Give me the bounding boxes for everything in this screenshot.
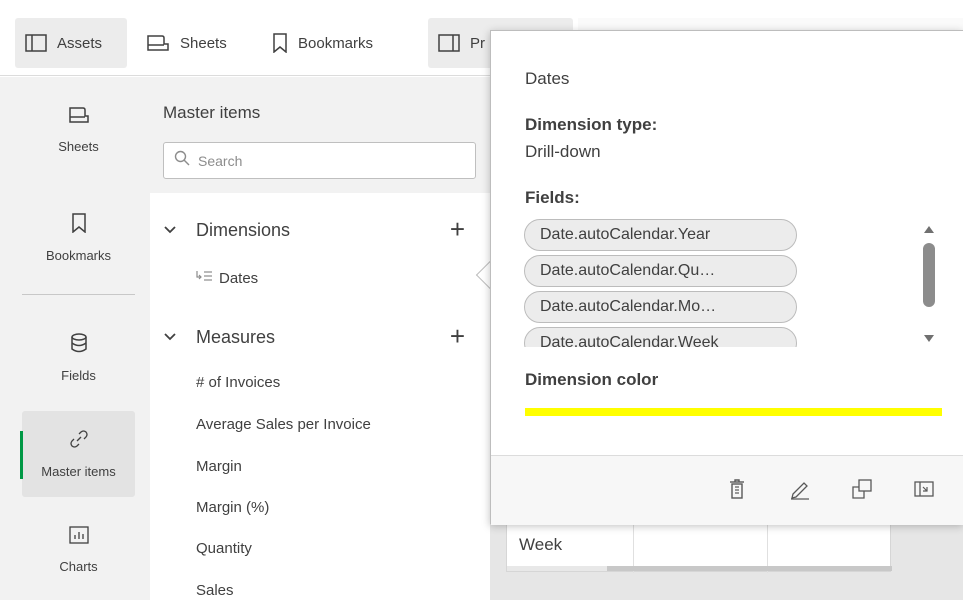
expand-button[interactable] [911,478,937,504]
tab-sheets-label: Sheets [180,34,227,52]
chevron-down-icon [163,329,179,347]
measure-item[interactable]: Margin (%) [196,499,269,516]
rail-item-label: Master items [41,464,116,479]
popover-footer [491,455,963,525]
panel-icon [25,34,47,52]
sheet-icon [146,34,170,52]
rail-item-fields[interactable]: Fields [22,315,135,401]
link-icon [69,429,89,452]
search-icon [174,150,190,171]
fields-list[interactable]: Date.autoCalendar.Year Date.autoCalendar… [524,219,804,347]
bookmark-icon [71,213,87,236]
scrollbar-thumb[interactable] [923,243,935,307]
tab-assets-label: Assets [57,34,103,52]
edit-icon [789,478,811,505]
chevron-down-icon [163,222,179,240]
database-icon [70,333,88,356]
dimension-type-label: Dimension type: [525,115,658,134]
bookmark-icon [272,33,288,53]
search-input[interactable] [198,152,458,169]
edit-button[interactable] [787,478,813,504]
active-marker [20,431,23,479]
dimensions-section-header[interactable]: Dimensions + [163,216,465,242]
measure-item[interactable]: Margin [196,458,242,475]
rail-item-charts[interactable]: Charts [22,507,135,593]
scroll-down-icon[interactable] [923,331,935,349]
week-column-header: Week [519,535,563,554]
field-pill: Date.autoCalendar.Mo… [524,291,797,323]
measure-item[interactable]: Average Sales per Invoice [196,416,371,433]
tab-bookmarks[interactable]: Bookmarks [262,18,383,68]
field-pill: Date.autoCalendar.Qu… [524,255,797,287]
chart-icon [68,526,89,547]
duplicate-button[interactable] [849,478,875,504]
add-measure-button[interactable]: + [450,323,465,349]
dimension-item-label: Dates [219,269,259,287]
master-items-panel: Master items Dimensions + Dates [150,77,490,600]
field-pill: Date.autoCalendar.Year [524,219,797,251]
tab-assets[interactable]: Assets [15,18,127,68]
rail-divider [22,294,135,295]
app-root: Assets Sheets Bookmarks Pr Sheets Bookma… [0,0,963,600]
sheet-icon [68,106,90,127]
delete-button[interactable] [724,478,750,504]
add-dimension-button[interactable]: + [450,216,465,242]
measures-label: Measures [196,327,276,347]
expand-icon [913,479,935,504]
popover-title: Dates [525,69,570,88]
dimension-color-swatch [525,408,942,416]
search-box[interactable] [163,142,476,179]
measures-section-header[interactable]: Measures + [163,323,465,349]
rail-item-label: Sheets [58,139,99,154]
measure-item[interactable]: # of Invoices [196,374,280,391]
measure-item[interactable]: Sales [196,582,234,599]
panel-header: Master items [150,77,490,193]
tab-sheets[interactable]: Sheets [136,18,237,68]
rail-item-master-items[interactable]: Master items [20,411,135,497]
rail-item-label: Charts [59,559,98,574]
tab-properties-label: Pr [470,34,485,52]
dimension-type-value: Drill-down [525,142,601,161]
rail-item-bookmarks[interactable]: Bookmarks [22,195,135,281]
scroll-up-icon[interactable] [923,221,935,239]
dimensions-label: Dimensions [196,220,291,240]
panel-right-icon [438,34,460,52]
dimension-details-popover: Dates Dimension type: Drill-down Fields:… [490,30,963,525]
rail-item-label: Bookmarks [45,248,112,263]
dimension-color-label: Dimension color [525,370,659,389]
field-pill: Date.autoCalendar.Week [524,327,797,347]
tab-bookmarks-label: Bookmarks [298,34,374,52]
fields-label: Fields: [525,188,580,207]
delete-icon [728,478,746,505]
duplicate-icon [851,478,873,505]
scrollbar-track [507,566,607,571]
fields-scrollbar[interactable] [921,221,937,343]
measure-item[interactable]: Quantity [196,540,252,557]
dimension-item-dates[interactable]: Dates [195,269,258,287]
week-table-card[interactable]: Week [506,520,892,573]
drill-down-icon [195,269,213,287]
rail-item-sheets[interactable]: Sheets [22,87,135,173]
asset-rail: Sheets Bookmarks Fields Master items Cha… [0,77,150,600]
scrollbar-thumb[interactable] [607,566,892,571]
panel-title: Master items [163,103,261,122]
rail-item-label: Fields [61,368,96,383]
